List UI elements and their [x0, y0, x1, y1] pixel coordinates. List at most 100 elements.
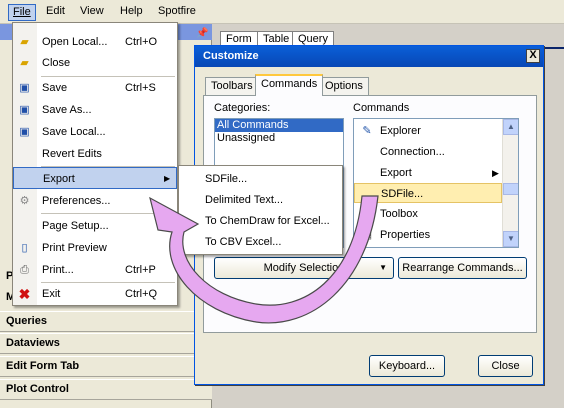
menu-item-exit[interactable]: ✖ Exit Ctrl+Q: [13, 283, 177, 305]
menu-item-print[interactable]: ⎙ Print... Ctrl+P: [13, 259, 177, 281]
floppy-disk-icon: ▣: [19, 104, 30, 116]
menu-item-revert-edits[interactable]: Revert Edits: [13, 143, 177, 165]
menu-item-print-preview[interactable]: ▯ Print Preview: [13, 237, 177, 259]
export-submenu: SDFile... Delimited Text... To ChemDraw …: [178, 165, 343, 255]
scroll-up-icon[interactable]: ▲: [503, 119, 518, 135]
menu-item-label: Print Preview: [42, 242, 107, 254]
tab-options[interactable]: Options: [319, 77, 369, 95]
menu-item-shortcut: Ctrl+O: [125, 36, 158, 48]
menu-item-preferences[interactable]: ⚙ Preferences...: [13, 190, 177, 212]
command-item-export[interactable]: Export ▶: [354, 163, 502, 183]
pane-section-stub[interactable]: P: [0, 266, 13, 286]
command-label: Explorer: [380, 125, 421, 137]
menu-item-close[interactable]: ▰ Close: [13, 52, 177, 74]
command-item-connection[interactable]: Connection...: [354, 142, 502, 162]
command-item-sdfile[interactable]: SDFile...: [354, 183, 502, 203]
menu-spotfire[interactable]: Spotfire: [154, 4, 200, 21]
dialog-title-bar[interactable]: Customize X: [195, 46, 543, 67]
menu-edit[interactable]: Edit: [42, 4, 69, 21]
submenu-item-delimited-text[interactable]: Delimited Text...: [179, 190, 342, 211]
floppy-disk-icon: ▣: [19, 82, 30, 94]
menu-item-shortcut: Ctrl+S: [125, 82, 156, 94]
command-item-explorer[interactable]: ✎ Explorer: [354, 121, 502, 141]
command-item-properties[interactable]: ▤ Properties: [354, 225, 502, 245]
toolbox-icon: ▦: [361, 208, 373, 220]
menu-help[interactable]: Help: [116, 4, 147, 21]
dropdown-arrow-icon: ▼: [379, 263, 387, 272]
pane-section-stub[interactable]: M: [0, 287, 15, 307]
command-label: Connection...: [380, 146, 445, 158]
menu-item-label: Save As...: [42, 104, 92, 116]
menu-item-export[interactable]: Export ▶: [13, 167, 177, 189]
red-x-icon: ✖: [18, 286, 31, 302]
commands-list[interactable]: ✎ Explorer Connection... Export ▶ SDFile…: [353, 118, 519, 248]
categories-label: Categories:: [214, 102, 271, 114]
menu-file-label: File: [13, 6, 31, 18]
modify-selection-label: Modify Selection: [263, 262, 345, 274]
scroll-down-icon[interactable]: ▼: [503, 231, 518, 247]
command-label: SDFile...: [381, 188, 424, 200]
menu-item-save[interactable]: ▣ Save Ctrl+S: [13, 77, 177, 99]
menu-item-save-local[interactable]: ▣ Save Local...: [13, 121, 177, 143]
keyboard-button[interactable]: Keyboard...: [369, 355, 445, 377]
submenu-arrow-icon: ▶: [164, 174, 171, 183]
menu-item-label: Revert Edits: [42, 148, 102, 160]
pane-section-edit-form-tab[interactable]: Edit Form Tab: [0, 356, 212, 377]
menu-file[interactable]: File: [8, 4, 36, 21]
print-preview-icon: ▯: [21, 242, 28, 254]
category-item[interactable]: Unassigned: [215, 132, 343, 145]
pane-section-dataviews[interactable]: Dataviews: [0, 333, 212, 354]
menu-bar: File Edit View Help Spotfire: [0, 0, 564, 24]
menu-item-label: Save Local...: [42, 126, 106, 138]
menu-spotfire-label: Spotfire: [158, 5, 196, 17]
rearrange-commands-button[interactable]: Rearrange Commands...: [398, 257, 527, 279]
printer-icon: ⎙: [20, 264, 29, 276]
pane-section-plot-control[interactable]: Plot Control: [0, 379, 212, 400]
modify-selection-button[interactable]: Modify Selection ▼: [214, 257, 394, 279]
submenu-item-to-cbv-excel[interactable]: To CBV Excel...: [179, 232, 342, 253]
commands-scrollbar[interactable]: ▲ ▼: [502, 119, 518, 247]
pane-section-queries[interactable]: Queries: [0, 311, 212, 332]
menu-item-shortcut: Ctrl+P: [125, 264, 156, 276]
gear-icon: ⚙: [19, 195, 30, 207]
menu-item-label: Print...: [42, 264, 74, 276]
menu-item-open-local[interactable]: ▰ Open Local... Ctrl+O: [13, 31, 177, 53]
explorer-icon: ✎: [362, 125, 372, 137]
folder-close-icon: ▰: [20, 57, 29, 69]
menu-item-label: Close: [42, 57, 71, 69]
menu-item-label: Save: [42, 82, 68, 94]
menu-item-save-as[interactable]: ▣ Save As...: [13, 99, 177, 121]
submenu-item-sdfile[interactable]: SDFile...: [179, 169, 342, 190]
tab-commands[interactable]: Commands: [255, 74, 324, 96]
menu-item-label: Preferences...: [42, 195, 111, 207]
commands-label: Commands: [353, 102, 410, 114]
command-item-toolbox[interactable]: ▦ Toolbox: [354, 204, 502, 224]
submenu-arrow-icon: ▶: [492, 168, 499, 178]
menu-item-shortcut: Ctrl+Q: [125, 288, 158, 300]
tab-toolbars[interactable]: Toolbars: [205, 77, 259, 95]
command-label: Properties: [380, 229, 431, 241]
menu-edit-label: Edit: [46, 5, 65, 17]
command-label: Toolbox: [380, 208, 418, 220]
dialog-title: Customize: [203, 50, 259, 62]
scroll-thumb[interactable]: [503, 183, 518, 195]
menu-item-label: Export: [43, 173, 75, 185]
folder-open-icon: ▰: [20, 36, 29, 48]
menu-separator: [41, 213, 175, 214]
menu-item-label: Open Local...: [42, 36, 108, 48]
submenu-item-to-chemdraw-for-excel[interactable]: To ChemDraw for Excel...: [179, 211, 342, 232]
category-item[interactable]: All Commands: [215, 119, 343, 132]
properties-icon: ▤: [361, 229, 373, 241]
menu-item-label: Exit: [42, 288, 61, 300]
menu-item-page-setup[interactable]: Page Setup...: [13, 215, 177, 237]
menu-item-label: Page Setup...: [42, 220, 109, 232]
command-label: Export: [380, 167, 412, 179]
file-menu: ▰ Open Local... Ctrl+O ▰ Close ▣ Save Ct…: [12, 22, 178, 306]
floppy-disk-icon: ▣: [19, 126, 30, 138]
menu-view[interactable]: View: [76, 4, 108, 21]
close-button[interactable]: Close: [478, 355, 533, 377]
pin-icon[interactable]: 📌: [196, 28, 208, 39]
menu-help-label: Help: [120, 5, 143, 17]
menu-view-label: View: [80, 5, 104, 17]
close-icon[interactable]: X: [526, 49, 540, 63]
